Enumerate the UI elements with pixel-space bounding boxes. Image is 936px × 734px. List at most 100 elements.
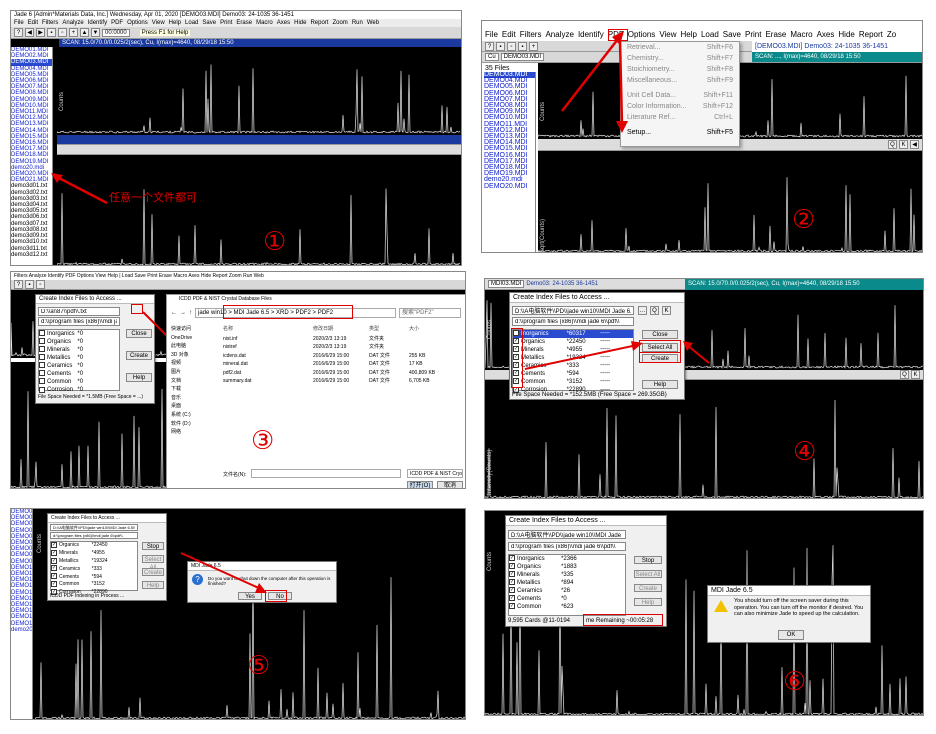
pdf-menu-item[interactable]: Retrieval... Shift+F6: [621, 42, 739, 53]
pdf-menu-item[interactable]: Chemistry... Shift+F7: [621, 53, 739, 64]
file-row[interactable]: icdens.dat 2016/6/29 15:00 DAT 文件 255 KB: [223, 352, 461, 360]
checkbox-icon[interactable]: [39, 362, 45, 369]
file-list-item[interactable]: DEMO19.MDI: [11, 159, 52, 165]
menu-item[interactable]: Edit: [502, 29, 516, 41]
file-list[interactable]: DEMO03.MDI DEMO04.MDI DEMO05.MDI DEMO06.MDI…: [484, 72, 536, 252]
pdf-path-input[interactable]: [50, 524, 138, 531]
category-row[interactable]: ✓ Cements *594: [51, 573, 137, 581]
category-row[interactable]: ✓ Common *3152 -----: [513, 378, 633, 386]
file-row[interactable]: nistref 2020/2/3 13:19 文件夹: [223, 343, 461, 351]
zoom-icon[interactable]: +: [529, 41, 538, 51]
stop-button[interactable]: Stop: [142, 542, 164, 550]
checkbox-icon[interactable]: [39, 370, 45, 377]
sidebar-item[interactable]: 快速访问: [171, 325, 219, 334]
checkbox-icon[interactable]: ✓: [51, 549, 57, 556]
category-row[interactable]: ✓ Cements *0: [509, 595, 625, 603]
menu-item[interactable]: Print: [745, 29, 761, 41]
pdf-path-input[interactable]: [38, 307, 120, 316]
checkbox-icon[interactable]: ✓: [509, 603, 515, 610]
browse-icon[interactable]: …: [638, 306, 647, 315]
menu-item[interactable]: Run: [352, 19, 363, 27]
menu-item[interactable]: Print: [220, 19, 232, 27]
menu-item[interactable]: Options: [127, 19, 148, 27]
file-list[interactable]: DEMO01.MDIDEMO02.MDIDEMO03.MDIDEMO04.MDI…: [11, 47, 53, 265]
file-list-item[interactable]: demo3d01.txt: [11, 183, 52, 189]
menu-item[interactable]: Erase: [236, 19, 252, 27]
file-row[interactable]: mineral.dat 2016/6/29 15:00 DAT 文件 17 KB: [223, 360, 461, 368]
back-icon[interactable]: ←: [171, 310, 177, 316]
pdf-menu-item[interactable]: Stoichiometry... Shift+F8: [621, 64, 739, 75]
category-row[interactable]: Minerals *0: [39, 346, 119, 354]
create-button[interactable]: Create: [142, 568, 164, 576]
category-row[interactable]: ✓ Metallics *894: [509, 579, 625, 587]
up-icon[interactable]: ▲: [80, 28, 89, 37]
print-icon[interactable]: ▪: [518, 41, 527, 51]
file-list-item[interactable]: demo3d10.txt: [11, 239, 52, 245]
menu-item[interactable]: PDF: [111, 19, 123, 27]
menu-item[interactable]: Options: [628, 29, 656, 41]
sidebar-item[interactable]: 桌面: [171, 402, 219, 411]
file-list-item[interactable]: demo3d02.txt: [11, 190, 52, 196]
category-row[interactable]: ✓ Ceramics *333: [51, 565, 137, 573]
sidebar-item[interactable]: OneDrive: [171, 334, 219, 343]
index-path-input[interactable]: [508, 542, 626, 551]
open-icon[interactable]: ▪: [496, 41, 505, 51]
pdf-menu-item[interactable]: Literature Ref... Ctrl+L: [621, 112, 739, 123]
menu-item[interactable]: Web: [367, 19, 379, 27]
menu-item[interactable]: Save: [723, 29, 741, 41]
file-list-item[interactable]: demo3d07.txt: [11, 221, 52, 227]
menu-item[interactable]: Identify: [88, 19, 107, 27]
sidebar-item[interactable]: 文档: [171, 377, 219, 386]
file-list[interactable]: DEMO01.MDIDEMO02.MDIDEMO03.MDIDEMO04.MDI…: [11, 509, 33, 719]
file-list-item[interactable]: DEMO09.MDI: [11, 97, 52, 103]
file-row[interactable]: pdf2.dat 2016/6/29 15:00 DAT 文件 400,809 KB: [223, 369, 461, 377]
create-button[interactable]: Create: [634, 584, 662, 592]
search-input[interactable]: 搜索"PDF2": [399, 307, 461, 318]
file-row[interactable]: summary.dat 2016/6/29 15:00 DAT 文件 6,705 KB: [223, 377, 461, 385]
sidebar-item[interactable]: 3D 对象: [171, 351, 219, 360]
pdf-path-input[interactable]: [508, 530, 626, 539]
sidebar-item[interactable]: 视频: [171, 359, 219, 368]
checkbox-icon[interactable]: ✓: [509, 571, 515, 578]
checkbox-icon[interactable]: ✓: [509, 587, 515, 594]
column-name[interactable]: 名称: [223, 325, 313, 333]
cancel-button[interactable]: 取消: [437, 481, 463, 488]
sidebar-item[interactable]: 此电脑: [171, 342, 219, 351]
checkbox-icon[interactable]: [39, 330, 45, 336]
menu-item[interactable]: Filters: [520, 29, 542, 41]
down-icon[interactable]: ▼: [91, 28, 100, 37]
forward-icon[interactable]: ▶: [36, 28, 45, 37]
category-row[interactable]: Cements *0: [39, 370, 119, 378]
pdf-menu-item[interactable]: Setup... Shift+F5: [621, 127, 739, 138]
menu-item[interactable]: Filters: [42, 19, 58, 27]
file-list-item[interactable]: demo3d11.txt: [11, 246, 52, 252]
open-icon[interactable]: ▪: [25, 280, 34, 289]
kp-icon[interactable]: K: [662, 306, 671, 315]
sidebar-item[interactable]: 网络: [171, 428, 219, 437]
file-list-item[interactable]: DEMO08.MDI: [11, 552, 32, 558]
file-select[interactable]: DEMO03.MDI: [500, 53, 545, 61]
zoom-icon[interactable]: Q: [900, 370, 909, 379]
print-icon[interactable]: ▫: [58, 28, 67, 37]
menu-item[interactable]: Macro: [790, 29, 812, 41]
menu-item[interactable]: Report: [310, 19, 328, 27]
help-button[interactable]: Help: [142, 581, 164, 589]
category-row[interactable]: Common *0: [39, 378, 119, 386]
checkbox-icon[interactable]: ✓: [51, 573, 57, 580]
scroll-icon[interactable]: ◀: [910, 140, 919, 149]
file-list-item[interactable]: demo3d12.txt: [11, 252, 52, 258]
file-select[interactable]: MDI03.MDI: [488, 280, 525, 288]
kp-icon[interactable]: K: [899, 140, 908, 149]
pdf-menu-item[interactable]: Miscellaneous... Shift+F9: [621, 75, 739, 86]
column-date[interactable]: 修改日期: [313, 325, 369, 333]
stop-button[interactable]: Stop: [634, 556, 662, 564]
menu-item[interactable]: Load: [701, 29, 719, 41]
column-size[interactable]: 大小: [409, 325, 449, 333]
file-list-item[interactable]: DEMO14.MDI: [11, 590, 32, 596]
filter-select[interactable]: ICDD PDF & NIST Crystal Da: [407, 469, 463, 478]
checkbox-icon[interactable]: ✓: [51, 581, 57, 588]
help-icon[interactable]: ?: [14, 280, 23, 289]
save-icon[interactable]: ▫: [507, 41, 516, 51]
checkbox-icon[interactable]: ✓: [51, 565, 57, 572]
checkbox-icon[interactable]: ✓: [509, 595, 515, 602]
